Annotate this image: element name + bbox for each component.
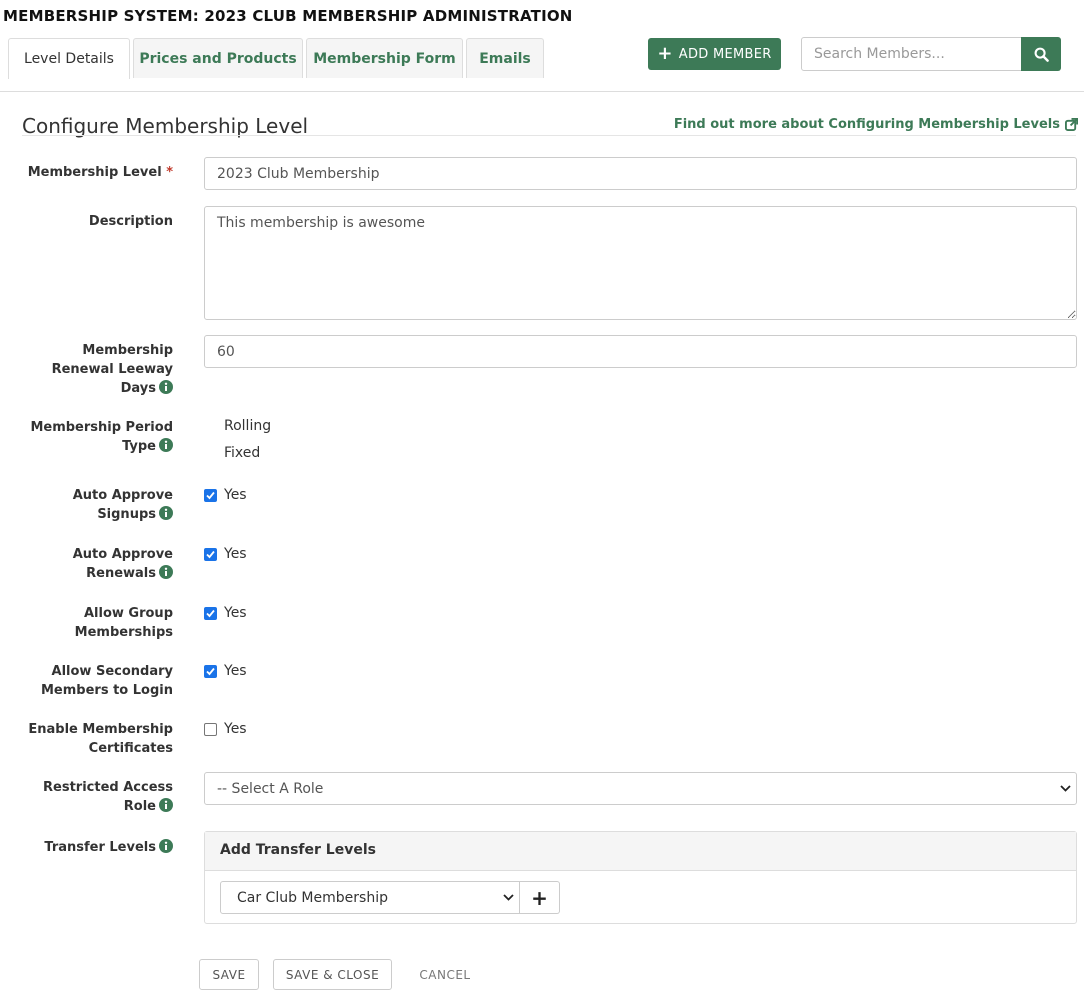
enable-certificates-label-line1: Enable Membership: [28, 722, 173, 737]
period-type-option-rolling[interactable]: Rolling: [224, 418, 271, 434]
period-type-option-fixed[interactable]: Fixed: [224, 445, 260, 461]
allow-secondary-label: Allow Secondary Members to Login: [3, 662, 173, 700]
chevron-down-icon: [503, 894, 514, 901]
restricted-role-label-line2: Role: [123, 799, 156, 814]
renewal-leeway-label-line3: Days: [120, 381, 156, 396]
renewal-leeway-input[interactable]: [204, 335, 1077, 368]
auto-approve-renewals-label: Auto Approve Renewals: [3, 545, 173, 583]
transfer-levels-panel: Add Transfer Levels Car Club Membership …: [204, 831, 1077, 924]
checkbox-unchecked[interactable]: [204, 722, 217, 736]
transfer-levels-label: Transfer Levels: [3, 838, 173, 857]
checkmark-icon: [206, 609, 215, 617]
plus-icon: +: [531, 885, 548, 910]
checkbox-label: Yes: [224, 721, 247, 737]
add-member-label: ADD MEMBER: [678, 46, 772, 62]
external-link-icon: [1065, 118, 1078, 131]
search-icon: [1034, 47, 1049, 62]
transfer-levels-panel-header: Add Transfer Levels: [205, 832, 1076, 871]
renewal-leeway-label: Membership Renewal Leeway Days: [3, 341, 173, 398]
period-type-label: Membership Period Type: [3, 418, 173, 456]
tab-membership-form[interactable]: Membership Form: [306, 38, 463, 78]
transfer-level-select[interactable]: Car Club Membership: [220, 881, 520, 914]
allow-secondary-checkbox[interactable]: Yes: [204, 663, 247, 679]
renewal-leeway-label-line2: Renewal Leeway: [51, 362, 173, 377]
restricted-role-label: Restricted Access Role: [3, 778, 173, 816]
allow-group-label-line1: Allow Group: [83, 606, 173, 621]
info-circle-icon[interactable]: [159, 380, 173, 394]
chevron-down-icon: [1060, 785, 1071, 792]
search-button[interactable]: [1021, 37, 1061, 71]
search-members-input[interactable]: [801, 37, 1022, 71]
renewal-leeway-label-line1: Membership: [82, 343, 173, 358]
allow-group-checkbox[interactable]: Yes: [204, 605, 247, 621]
checkbox-checked[interactable]: [204, 606, 217, 620]
checkbox-label: Yes: [224, 546, 247, 562]
checkbox-label: Yes: [224, 487, 247, 503]
checkbox-checked[interactable]: [204, 664, 217, 678]
checkbox-checked[interactable]: [204, 488, 217, 502]
add-member-button[interactable]: + ADD MEMBER: [648, 38, 781, 70]
allow-group-label-line2: Memberships: [74, 625, 173, 640]
auto-approve-renewals-checkbox[interactable]: Yes: [204, 546, 247, 562]
checkbox-checked[interactable]: [204, 547, 217, 561]
auto-approve-renewals-label-line1: Auto Approve: [72, 547, 173, 562]
required-mark: *: [166, 165, 173, 180]
tab-level-details[interactable]: Level Details: [8, 38, 130, 79]
membership-level-label: Membership Level *: [3, 163, 173, 182]
info-circle-icon[interactable]: [159, 839, 173, 853]
allow-secondary-label-line1: Allow Secondary: [51, 664, 173, 679]
auto-approve-signups-checkbox[interactable]: Yes: [204, 487, 247, 503]
auto-approve-signups-label-line2: Signups: [97, 507, 156, 522]
plus-icon: +: [657, 43, 673, 64]
allow-secondary-label-line2: Members to Login: [41, 683, 173, 698]
restricted-role-select[interactable]: -- Select A Role: [204, 772, 1077, 805]
enable-certificates-label-line2: Certificates: [88, 741, 173, 756]
checkmark-icon: [206, 550, 215, 558]
add-transfer-level-button[interactable]: +: [520, 881, 560, 914]
info-circle-icon[interactable]: [159, 565, 173, 579]
period-type-label-line1: Membership Period: [30, 420, 173, 435]
period-type-label-line2: Type: [122, 439, 156, 454]
help-link[interactable]: Find out more about Configuring Membersh…: [674, 117, 1078, 132]
tabs-divider: [0, 91, 1084, 92]
membership-level-input[interactable]: [204, 157, 1077, 190]
save-and-close-button[interactable]: SAVE & CLOSE: [273, 959, 392, 990]
description-textarea[interactable]: This membership is awesome: [204, 206, 1077, 320]
cancel-button[interactable]: CANCEL: [406, 959, 484, 990]
tab-emails[interactable]: Emails: [466, 38, 544, 78]
auto-approve-signups-label: Auto Approve Signups: [3, 486, 173, 524]
page-title: MEMBERSHIP SYSTEM: 2023 CLUB MEMBERSHIP …: [3, 7, 573, 25]
enable-certificates-checkbox[interactable]: Yes: [204, 721, 247, 737]
enable-certificates-label: Enable Membership Certificates: [3, 720, 173, 758]
save-button[interactable]: SAVE: [199, 959, 259, 990]
checkmark-icon: [206, 667, 215, 675]
info-circle-icon[interactable]: [159, 798, 173, 812]
tab-prices-and-products[interactable]: Prices and Products: [133, 38, 303, 78]
restricted-role-label-line1: Restricted Access: [43, 780, 173, 795]
info-circle-icon[interactable]: [159, 438, 173, 452]
checkbox-label: Yes: [224, 605, 247, 621]
info-circle-icon[interactable]: [159, 506, 173, 520]
membership-level-label-text: Membership Level: [27, 165, 162, 180]
section-divider: [22, 135, 1076, 136]
allow-group-label: Allow Group Memberships: [3, 604, 173, 642]
auto-approve-renewals-label-line2: Renewals: [86, 566, 156, 581]
description-label: Description: [88, 214, 173, 229]
checkmark-icon: [206, 491, 215, 499]
help-link-text: Find out more about Configuring Membersh…: [673, 117, 1060, 132]
auto-approve-signups-label-line1: Auto Approve: [72, 488, 173, 503]
transfer-levels-label-text: Transfer Levels: [44, 840, 156, 855]
checkbox-label: Yes: [224, 663, 247, 679]
